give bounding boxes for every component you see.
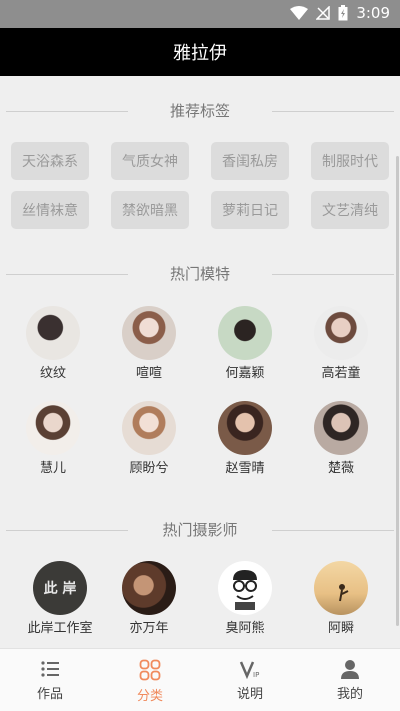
model-name: 顾盼兮 [129, 461, 169, 476]
grid-icon [139, 659, 161, 681]
photographer-item[interactable]: 阿瞬 [296, 561, 386, 638]
tag-button[interactable]: 文艺清纯 [311, 191, 389, 229]
photographer-avatar [314, 561, 368, 615]
photographer-avatar: 此 岸 [33, 561, 87, 615]
model-item[interactable]: 楚薇 [296, 401, 386, 478]
tab-label: 说明 [236, 687, 263, 702]
tab-info[interactable]: IP 说明 [200, 649, 300, 711]
status-bar: 3:09 [0, 0, 400, 28]
tab-label: 我的 [336, 687, 363, 702]
model-name: 纹纹 [39, 366, 66, 381]
tab-works[interactable]: 作品 [0, 649, 100, 711]
silhouette-illustration-icon [339, 584, 349, 602]
battery-charging-icon [338, 5, 348, 21]
photographer-name: 臭阿熊 [225, 621, 265, 636]
model-item[interactable]: 顾盼兮 [104, 401, 194, 478]
content-area[interactable]: 推荐标签 天浴森系 气质女神 香闺私房 制服时代 丝情袜意 禁欲暗黑 萝莉日记 … [0, 76, 400, 648]
model-name: 楚薇 [327, 461, 354, 476]
tab-label: 作品 [36, 687, 63, 702]
tab-label: 分类 [136, 689, 163, 704]
no-signal-icon [316, 6, 331, 20]
model-name: 赵雪晴 [225, 461, 265, 476]
photographer-avatar [122, 561, 176, 615]
model-item[interactable]: 何嘉颖 [200, 306, 290, 383]
section-title-tags: 推荐标签 [169, 102, 230, 120]
tag-button[interactable]: 丝情袜意 [11, 191, 89, 229]
model-item[interactable]: 高若童 [296, 306, 386, 383]
model-avatar [218, 306, 272, 360]
bear-illustration-icon [233, 570, 257, 610]
svg-text:IP: IP [253, 671, 259, 679]
model-item[interactable]: 纹纹 [8, 306, 98, 383]
status-icons: 3:09 [290, 4, 390, 22]
model-name: 高若童 [321, 366, 361, 381]
model-avatar [314, 401, 368, 455]
tag-button[interactable]: 气质女神 [111, 142, 189, 180]
photographer-name: 阿瞬 [327, 621, 354, 636]
photographer-name: 此岸工作室 [27, 621, 93, 636]
app-title: 雅拉伊 [173, 43, 227, 64]
scrollbar[interactable] [396, 156, 399, 626]
model-item[interactable]: 喧喧 [104, 306, 194, 383]
section-title-photographers: 热门摄影师 [162, 521, 238, 539]
tag-button[interactable]: 天浴森系 [11, 142, 89, 180]
model-name: 慧儿 [39, 461, 66, 476]
model-item[interactable]: 赵雪晴 [200, 401, 290, 478]
photographer-item[interactable]: 亦万年 [104, 561, 194, 638]
model-name: 喧喧 [135, 366, 162, 381]
person-icon [341, 660, 359, 679]
section-title-models: 热门模特 [169, 265, 230, 283]
section-header-tags: 推荐标签 [0, 100, 400, 122]
vip-icon: IP [239, 661, 259, 679]
tab-categories[interactable]: 分类 [100, 649, 200, 711]
wifi-icon [290, 6, 309, 20]
photographer-item[interactable]: 臭阿熊 [200, 561, 290, 638]
tag-button[interactable]: 禁欲暗黑 [111, 191, 189, 229]
model-avatar [26, 401, 80, 455]
model-avatar [122, 401, 176, 455]
model-avatar [218, 401, 272, 455]
studio-logo-text: 此 岸 [43, 581, 77, 597]
list-icon [41, 661, 59, 677]
tab-mine[interactable]: 我的 [300, 649, 400, 711]
app-bar: 雅拉伊 [0, 28, 400, 76]
photographer-avatar [218, 561, 272, 615]
section-header-models: 热门模特 [0, 263, 400, 285]
model-name: 何嘉颖 [225, 366, 265, 381]
model-avatar [26, 306, 80, 360]
photographer-item[interactable]: 此 岸 此岸工作室 [15, 561, 105, 638]
model-avatar [314, 306, 368, 360]
status-time: 3:09 [356, 4, 390, 22]
bottom-tab-bar: 作品 分类 IP 说明 我的 [0, 648, 400, 711]
model-item[interactable]: 慧儿 [8, 401, 98, 478]
tag-button[interactable]: 香闺私房 [211, 142, 289, 180]
photographer-name: 亦万年 [129, 621, 169, 636]
tag-button[interactable]: 萝莉日记 [211, 191, 289, 229]
section-header-photographers: 热门摄影师 [0, 519, 400, 541]
model-avatar [122, 306, 176, 360]
tag-button[interactable]: 制服时代 [311, 142, 389, 180]
